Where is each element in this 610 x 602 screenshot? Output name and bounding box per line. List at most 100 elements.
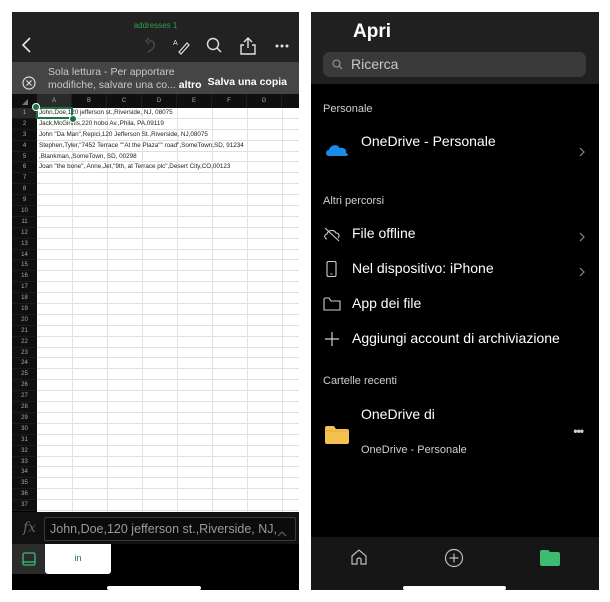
draw-pen-icon[interactable]: A [172,37,192,55]
table-row[interactable] [37,184,299,196]
location-files-app[interactable]: App dei file [311,289,599,319]
row-header-9[interactable]: 9 [12,195,37,207]
row-header-30[interactable]: 30 [12,424,37,435]
row-header-11[interactable]: 11 [12,217,37,228]
column-header-b[interactable]: B [72,94,107,108]
cell-a3[interactable]: John "Da Man",Repici,120 Jefferson St.,R… [39,130,208,141]
search-icon[interactable] [205,37,225,55]
table-row[interactable]: Joan "the bone", Anne,Jet,"9th, at Terra… [37,162,299,174]
row-header-21[interactable]: 21 [12,326,37,337]
row-header-15[interactable]: 15 [12,260,37,272]
table-row[interactable] [37,217,299,228]
row-header-23[interactable]: 23 [12,348,37,359]
row-header-10[interactable]: 10 [12,206,37,217]
table-row[interactable] [37,250,299,261]
table-row[interactable] [37,402,299,413]
row-header-33[interactable]: 33 [12,457,37,468]
table-row[interactable] [37,457,299,468]
chevron-up-icon[interactable] [277,525,287,537]
location-offline-files[interactable]: File offline [311,219,599,249]
row-header-8[interactable]: 8 [12,184,37,196]
table-row[interactable] [37,260,299,272]
cell-a2[interactable]: Jack,McGinnis,220 hobo Av.,Phila, PA,091… [39,119,164,130]
table-row[interactable] [37,348,299,359]
row-header-5[interactable]: 5 [12,152,37,163]
row-header-6[interactable]: 6 [12,162,37,174]
row-header-12[interactable]: 12 [12,228,37,239]
table-row[interactable] [37,337,299,348]
table-row[interactable]: ,Blankman,,SomeTown, SD, 00298 [37,152,299,163]
column-header-e[interactable]: E [177,94,212,108]
table-row[interactable] [37,358,299,370]
row-header-29[interactable]: 29 [12,413,37,424]
table-row[interactable] [37,424,299,435]
row-header-37[interactable]: 37 [12,500,37,511]
row-header-13[interactable]: 13 [12,239,37,250]
table-row[interactable] [37,489,299,501]
plus-circle-icon[interactable] [444,548,464,573]
table-row[interactable] [37,478,299,490]
recent-folder-item[interactable]: OneDrive di OneDrive - Personale ••• [311,404,599,464]
row-header-14[interactable]: 14 [12,250,37,261]
selection-handle-start[interactable] [32,103,40,111]
row-header-36[interactable]: 36 [12,489,37,501]
table-row[interactable] [37,391,299,403]
row-header-34[interactable]: 34 [12,467,37,479]
home-icon[interactable] [350,548,368,571]
row-header-19[interactable]: 19 [12,304,37,315]
row-header-17[interactable]: 17 [12,282,37,294]
more-link[interactable]: altro [179,79,202,91]
row-header-2[interactable]: 2 [12,119,37,130]
table-row[interactable] [37,239,299,250]
close-circle-icon[interactable] [22,76,36,90]
table-row[interactable] [37,195,299,207]
table-row[interactable] [37,467,299,479]
column-header-a[interactable]: A [37,94,72,108]
row-header-26[interactable]: 26 [12,380,37,392]
table-row[interactable] [37,173,299,185]
table-row[interactable] [37,315,299,326]
table-row[interactable] [37,228,299,239]
undo-icon[interactable] [141,37,161,55]
row-header-20[interactable]: 20 [12,315,37,326]
row-header-24[interactable]: 24 [12,358,37,370]
table-row[interactable] [37,446,299,457]
table-row[interactable] [37,435,299,446]
table-row[interactable] [37,293,299,305]
table-row[interactable] [37,326,299,337]
table-row[interactable] [37,271,299,283]
search-input[interactable]: Ricerca [323,52,586,77]
row-header-28[interactable]: 28 [12,402,37,413]
share-icon[interactable] [238,37,258,55]
column-header-c[interactable]: C [107,94,142,108]
column-header-g[interactable]: G [247,94,282,108]
location-on-device[interactable]: Nel dispositivo: iPhone [311,254,599,284]
sheet-tab[interactable]: in [45,544,111,574]
selection-handle-end[interactable] [69,115,77,123]
table-row[interactable] [37,380,299,392]
row-header-18[interactable]: 18 [12,293,37,305]
cell-grid[interactable]: John,Doe,120 jefferson st.,Riverside, NJ… [37,108,299,512]
table-row[interactable] [37,413,299,424]
row-header-16[interactable]: 16 [12,271,37,283]
folder-filled-icon[interactable] [540,549,560,571]
row-header-27[interactable]: 27 [12,391,37,403]
row-header-22[interactable]: 22 [12,337,37,348]
add-storage-account[interactable]: Aggiungi account di archiviazione [311,324,599,354]
row-header-31[interactable]: 31 [12,435,37,446]
table-row[interactable]: John "Da Man",Repici,120 Jefferson St.,R… [37,130,299,141]
column-header-f[interactable]: F [212,94,247,108]
column-header-d[interactable]: D [142,94,177,108]
row-header-3[interactable]: 3 [12,130,37,141]
table-row[interactable] [37,206,299,217]
cell-a4[interactable]: Stephen,Tyler,"7452 Terrace ""At the Pla… [39,141,244,152]
table-row[interactable] [37,369,299,381]
table-row[interactable] [37,304,299,315]
table-row[interactable] [37,500,299,511]
row-header-32[interactable]: 32 [12,446,37,457]
save-copy-button[interactable]: Salva una copia [208,76,287,88]
location-onedrive-personal[interactable]: OneDrive - Personale [311,130,599,168]
chevron-left-icon[interactable] [20,36,34,54]
table-row[interactable]: Stephen,Tyler,"7452 Terrace ""At the Pla… [37,141,299,152]
sheet-list-toggle[interactable] [12,544,45,574]
